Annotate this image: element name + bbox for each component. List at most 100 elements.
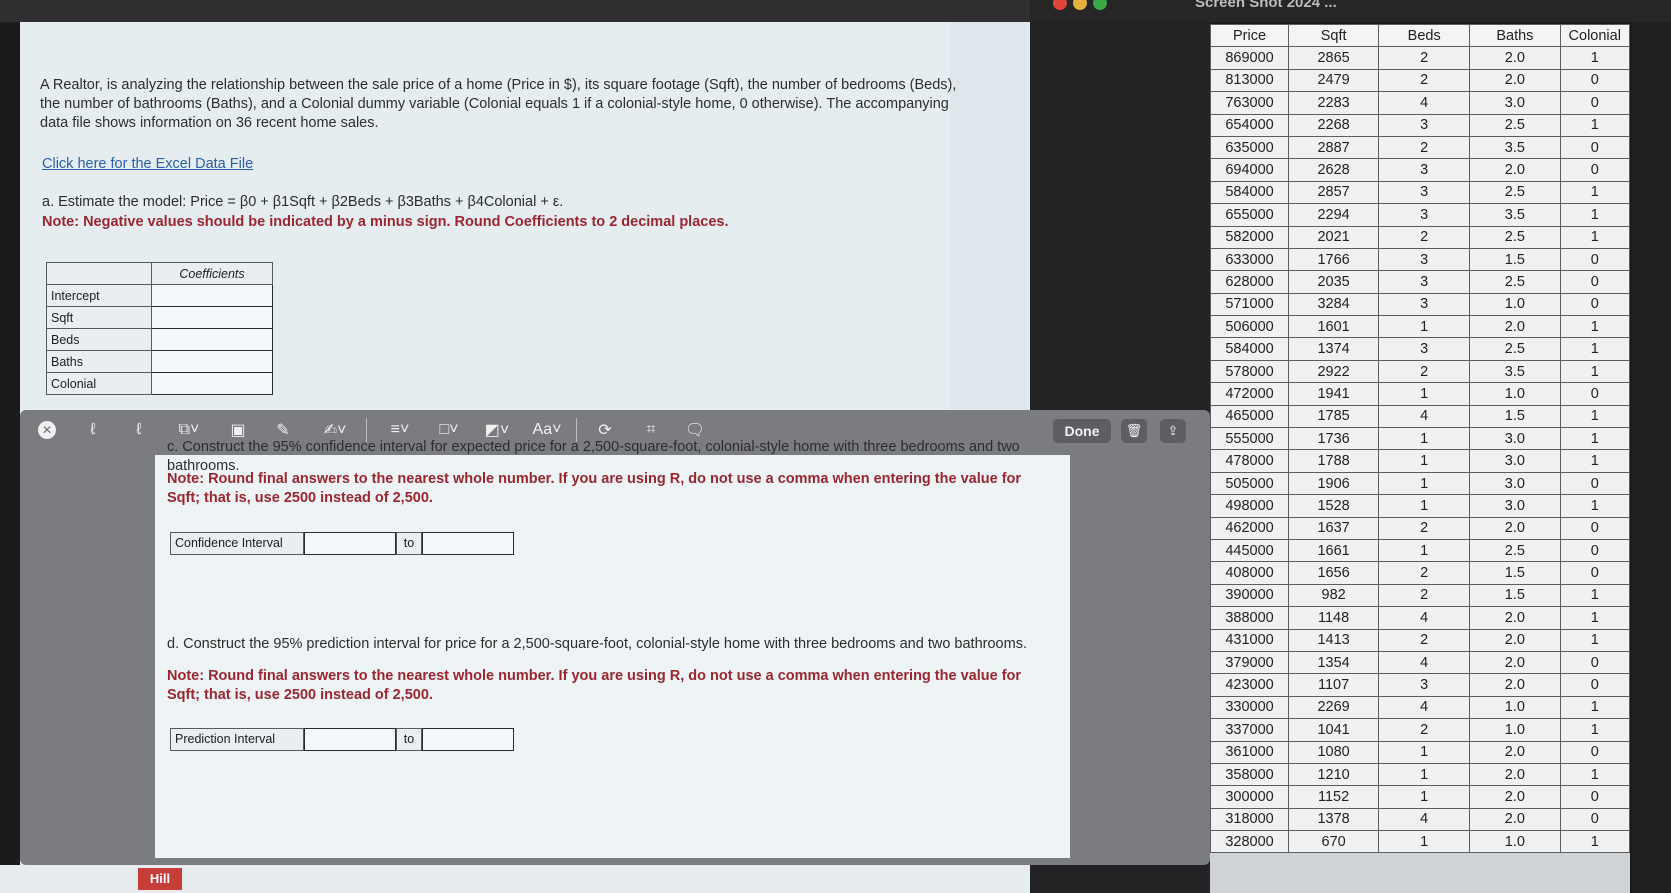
table-row: 472000 1941 1 1.0 0 bbox=[1209, 382, 1631, 406]
close-window-button[interactable] bbox=[1053, 0, 1067, 10]
table-cell: 869000 bbox=[1209, 46, 1290, 70]
beds-input[interactable] bbox=[151, 328, 273, 351]
table-cell: 4 bbox=[1378, 404, 1471, 429]
pi-lower-input[interactable] bbox=[304, 728, 396, 751]
table-cell: 635000 bbox=[1209, 135, 1290, 160]
question-intro: A Realtor, is analyzing the relationship… bbox=[40, 77, 957, 131]
table-cell: 0 bbox=[1559, 673, 1631, 697]
table-row: 498000 1528 1 3.0 1 bbox=[1209, 494, 1631, 518]
table-cell: 2 bbox=[1378, 628, 1471, 652]
table-cell: 2 bbox=[1378, 46, 1471, 70]
table-cell: 0 bbox=[1559, 561, 1631, 585]
table-cell: 2 bbox=[1378, 516, 1471, 540]
baths-input[interactable] bbox=[151, 350, 273, 373]
ci-upper-input[interactable] bbox=[422, 532, 514, 555]
table-cell: 578000 bbox=[1209, 359, 1290, 384]
table-cell: 1941 bbox=[1288, 382, 1380, 406]
row-label-sqft: Sqft bbox=[46, 306, 152, 329]
table-cell: 1785 bbox=[1288, 404, 1380, 429]
table-cell: 379000 bbox=[1209, 650, 1290, 675]
part-d-prompt: d. Construct the 95% prediction interval… bbox=[167, 636, 1027, 652]
table-row: 423000 1107 3 2.0 0 bbox=[1209, 673, 1631, 697]
table-cell: 1 bbox=[1559, 449, 1631, 473]
table-cell: 3.0 bbox=[1469, 471, 1561, 496]
table-cell: 1 bbox=[1378, 471, 1471, 496]
ci-lower-input[interactable] bbox=[304, 532, 396, 555]
intercept-input[interactable] bbox=[151, 284, 273, 307]
table-cell: 3 bbox=[1378, 158, 1471, 182]
done-button[interactable]: Done bbox=[1053, 419, 1111, 443]
table-cell: 337000 bbox=[1209, 718, 1290, 742]
table-cell: 478000 bbox=[1209, 449, 1290, 473]
table-cell: 1374 bbox=[1288, 337, 1380, 361]
top-bar: Screen Shot 2024 ... bbox=[0, 0, 1671, 22]
column-header-sqft: Sqft bbox=[1288, 23, 1380, 48]
table-cell: 813000 bbox=[1209, 68, 1290, 93]
table-cell: 1148 bbox=[1288, 606, 1380, 630]
table-cell: 1 bbox=[1559, 180, 1631, 205]
table-cell: 628000 bbox=[1209, 270, 1290, 294]
table-cell: 1 bbox=[1559, 404, 1631, 429]
table-cell: 3.5 bbox=[1469, 359, 1561, 384]
table-cell: 3.0 bbox=[1469, 449, 1561, 473]
prediction-interval-label: Prediction Interval bbox=[170, 728, 304, 751]
table-cell: 1 bbox=[1559, 830, 1631, 854]
table-cell: 2.0 bbox=[1469, 807, 1561, 832]
table-cell: 1 bbox=[1559, 494, 1631, 518]
table-cell: 2.0 bbox=[1469, 628, 1561, 652]
table-cell: 1637 bbox=[1288, 516, 1380, 540]
table-cell: 1 bbox=[1378, 538, 1471, 563]
table-row: 388000 1148 4 2.0 1 bbox=[1209, 606, 1631, 630]
table-cell: 2887 bbox=[1288, 135, 1380, 160]
close-icon[interactable]: ✕ bbox=[38, 421, 56, 439]
table-cell: 0 bbox=[1559, 68, 1631, 93]
table-cell: 2 bbox=[1378, 68, 1471, 93]
table-cell: 654000 bbox=[1209, 113, 1290, 137]
sketch-icon[interactable]: ℓ bbox=[82, 418, 104, 442]
table-cell: 2 bbox=[1378, 561, 1471, 585]
excel-data-link[interactable]: Click here for the Excel Data File bbox=[42, 156, 253, 172]
colonial-input[interactable] bbox=[151, 372, 273, 395]
table-cell: 423000 bbox=[1209, 673, 1290, 697]
home-sales-table: Price Sqft Beds Baths Colonial 869000 2865 2 2.… bbox=[1209, 23, 1631, 854]
table-row: 635000 2887 2 3.5 0 bbox=[1209, 135, 1631, 160]
table-cell: 582000 bbox=[1209, 225, 1290, 249]
table-cell: 1 bbox=[1559, 606, 1631, 630]
table-cell: 330000 bbox=[1209, 695, 1290, 720]
table-cell: 506000 bbox=[1209, 315, 1290, 339]
pi-upper-input[interactable] bbox=[422, 728, 514, 751]
table-cell: 3.0 bbox=[1469, 427, 1561, 451]
zoom-window-button[interactable] bbox=[1093, 0, 1107, 10]
table-cell: 2.0 bbox=[1469, 740, 1561, 764]
table-cell: 1 bbox=[1559, 427, 1631, 451]
column-header-beds: Beds bbox=[1378, 23, 1471, 48]
draw-icon[interactable]: ℓ bbox=[128, 418, 150, 442]
table-row: 694000 2628 3 2.0 0 bbox=[1209, 158, 1631, 182]
table-row: 358000 1210 1 2.0 1 bbox=[1209, 762, 1631, 787]
minimize-window-button[interactable] bbox=[1073, 0, 1087, 10]
font-label: Aa bbox=[532, 421, 553, 438]
table-cell: 4 bbox=[1378, 695, 1471, 720]
table-cell: 388000 bbox=[1209, 606, 1290, 630]
row-label-intercept: Intercept bbox=[46, 284, 152, 307]
share-icon[interactable]: ⇪ bbox=[1160, 419, 1186, 443]
pi-to-label: to bbox=[396, 728, 422, 751]
table-cell: 358000 bbox=[1209, 762, 1290, 787]
table-cell: 431000 bbox=[1209, 628, 1290, 652]
table-cell: 3.5 bbox=[1469, 203, 1561, 227]
table-cell: 0 bbox=[1559, 516, 1631, 540]
table-cell: 1788 bbox=[1288, 449, 1380, 473]
table-cell: 1 bbox=[1559, 628, 1631, 652]
table-cell: 1 bbox=[1559, 315, 1631, 339]
table-cell: 1 bbox=[1378, 427, 1471, 451]
table-cell: 2.5 bbox=[1469, 337, 1561, 361]
trash-icon[interactable]: 🗑 bbox=[1121, 419, 1147, 443]
table-cell: 1413 bbox=[1288, 628, 1380, 652]
table-cell: 3 bbox=[1378, 337, 1471, 361]
table-cell: 3.0 bbox=[1469, 494, 1561, 518]
table-row: 300000 1152 1 2.0 0 bbox=[1209, 785, 1631, 809]
table-cell: 0 bbox=[1559, 650, 1631, 675]
sqft-input[interactable] bbox=[151, 306, 273, 329]
table-cell: 4 bbox=[1378, 91, 1471, 115]
table-cell: 2.0 bbox=[1469, 650, 1561, 675]
